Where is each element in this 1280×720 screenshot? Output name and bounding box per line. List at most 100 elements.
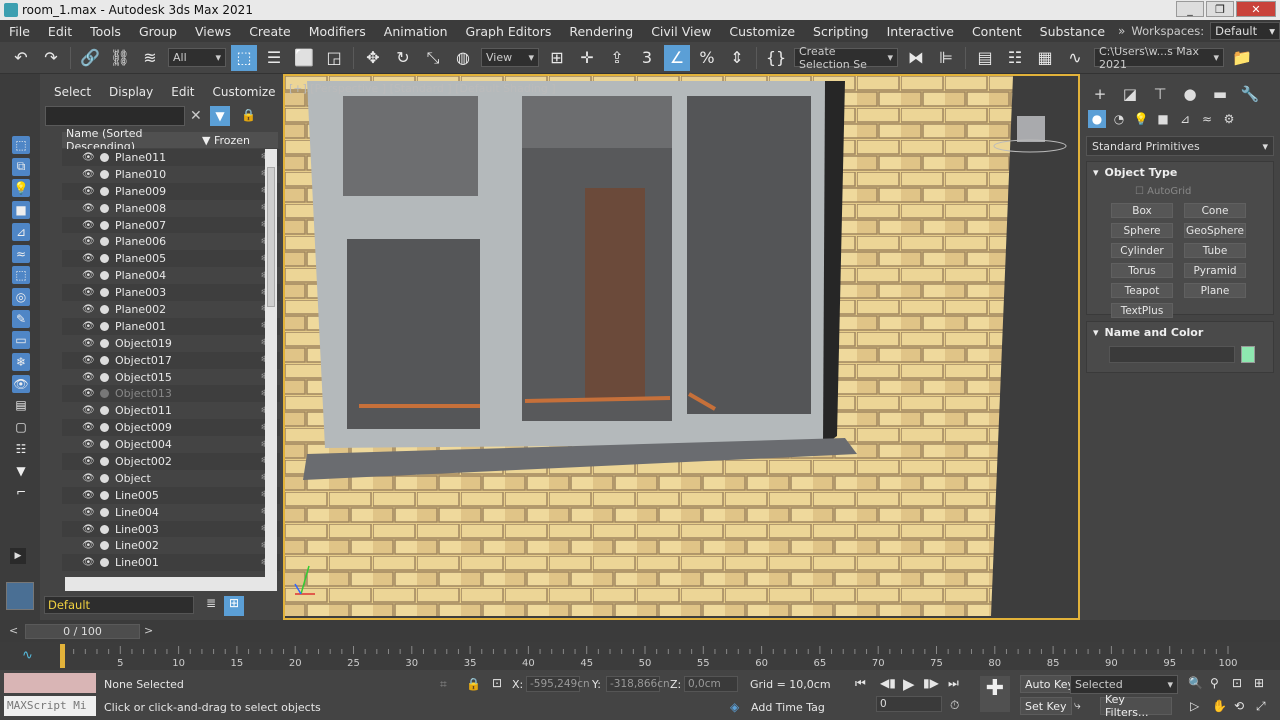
render-toggle-icon[interactable]: [100, 423, 109, 433]
layer-icon[interactable]: ▤: [12, 396, 30, 414]
toggle-panel-icon[interactable]: ⌐: [12, 483, 30, 501]
edit-named-selection-icon[interactable]: {}: [763, 45, 789, 71]
place-icon[interactable]: ◍: [450, 45, 476, 71]
render-toggle-icon[interactable]: [100, 288, 109, 298]
display-xrefs-icon[interactable]: ◎: [12, 287, 30, 306]
create-tab-icon[interactable]: +: [1090, 84, 1110, 104]
render-toggle-icon[interactable]: [100, 507, 109, 517]
pivot-center-icon[interactable]: ⊞: [544, 45, 570, 71]
geometry-icon[interactable]: ●: [1088, 110, 1106, 128]
scene-object-row[interactable]: 👁Line004❄: [62, 504, 280, 521]
perspective-viewport[interactable]: [+] [Perspective ] [Standard ] [Default …: [283, 74, 1080, 620]
menu-scripting[interactable]: Scripting: [804, 24, 878, 39]
menu-views[interactable]: Views: [186, 24, 240, 39]
display-cameras-icon[interactable]: ■: [12, 201, 30, 220]
visibility-eye-icon[interactable]: 👁: [82, 152, 98, 163]
maximize-viewport-icon[interactable]: ⤢: [1256, 699, 1266, 714]
render-toggle-icon[interactable]: [100, 169, 109, 179]
render-toggle-icon[interactable]: [100, 490, 109, 500]
redo-icon[interactable]: ↷: [38, 45, 64, 71]
go-to-start-icon[interactable]: ⏮: [855, 676, 866, 691]
curve-editor-icon[interactable]: ∿: [1062, 45, 1088, 71]
menu-substance[interactable]: Substance: [1031, 24, 1114, 39]
systems-icon[interactable]: ⚙: [1220, 110, 1238, 128]
scene-object-row[interactable]: 👁Object011❄: [62, 402, 280, 419]
display-bones-icon[interactable]: ✎: [12, 309, 30, 328]
scene-object-row[interactable]: 👁Object015❄: [62, 369, 280, 386]
render-toggle-icon[interactable]: [100, 456, 109, 466]
explorer-menu-edit[interactable]: Edit: [171, 85, 194, 99]
name-color-header[interactable]: ▾ Name and Color: [1087, 322, 1273, 342]
visibility-eye-icon[interactable]: 👁: [82, 220, 98, 231]
render-toggle-icon[interactable]: [100, 321, 109, 331]
visibility-eye-icon[interactable]: 👁: [82, 507, 98, 518]
prev-frame-icon[interactable]: <: [9, 624, 18, 637]
visibility-eye-icon[interactable]: 👁: [82, 304, 98, 315]
set-key-button[interactable]: Set Key: [1020, 697, 1072, 715]
display-containers-icon[interactable]: ▭: [12, 331, 30, 350]
set-key-icon[interactable]: ✚: [980, 676, 1010, 712]
previous-frame-icon[interactable]: ◀▮: [880, 676, 896, 690]
menu-edit[interactable]: Edit: [39, 24, 81, 39]
next-frame-icon[interactable]: >: [144, 624, 153, 637]
render-toggle-icon[interactable]: [100, 271, 109, 281]
render-toggle-icon[interactable]: [100, 524, 109, 534]
box-button[interactable]: Box: [1111, 203, 1173, 218]
scene-object-row[interactable]: 👁Plane011❄: [62, 149, 280, 166]
scene-object-row[interactable]: 👁Object017❄: [62, 351, 280, 369]
tube-button[interactable]: Tube: [1184, 243, 1246, 258]
explorer-menu-select[interactable]: Select: [54, 85, 91, 99]
link-icon[interactable]: 🔗: [77, 45, 103, 71]
render-toggle-icon[interactable]: [100, 203, 109, 213]
isolate-selection-icon[interactable]: ⌗: [440, 677, 447, 692]
go-to-end-icon[interactable]: ⏭: [948, 676, 959, 691]
reference-coordinate-dropdown[interactable]: View ▾: [481, 48, 539, 67]
angle-snap-icon[interactable]: ∠: [664, 44, 690, 71]
move-icon[interactable]: ✥: [360, 45, 386, 71]
layer-dropdown[interactable]: Default: [44, 596, 194, 614]
scene-object-row[interactable]: 👁Object019❄: [62, 335, 280, 352]
visibility-eye-icon[interactable]: 👁: [82, 372, 98, 383]
curve-editor-mini-icon[interactable]: ∿: [22, 648, 33, 663]
render-toggle-icon[interactable]: [100, 152, 109, 162]
rotate-icon[interactable]: ↻: [390, 45, 416, 71]
visibility-eye-icon[interactable]: 👁: [82, 422, 98, 433]
visibility-eye-icon[interactable]: 👁: [82, 203, 98, 214]
display-none-icon[interactable]: ⧉: [12, 157, 30, 176]
selection-lock-icon[interactable]: 🔒: [466, 677, 481, 691]
menu-create[interactable]: Create: [240, 24, 300, 39]
primitive-category-dropdown[interactable]: Standard Primitives ▾: [1086, 136, 1274, 156]
scene-object-row[interactable]: 👁Object002❄: [62, 453, 280, 470]
scene-object-row[interactable]: 👁Object❄: [62, 470, 280, 487]
explorer-search-input[interactable]: [45, 106, 185, 126]
selection-filter-dropdown[interactable]: All ▾: [168, 48, 226, 67]
menu-modifiers[interactable]: Modifiers: [300, 24, 375, 39]
cylinder-button[interactable]: Cylinder: [1111, 243, 1173, 258]
scene-object-row[interactable]: 👁Plane001❄: [62, 317, 280, 335]
autogrid-checkbox[interactable]: ☐ AutoGrid: [1087, 182, 1273, 197]
menu-rendering[interactable]: Rendering: [560, 24, 642, 39]
visibility-eye-icon[interactable]: 👁: [82, 253, 98, 264]
hierarchy-tab-icon[interactable]: ⊤: [1150, 84, 1170, 104]
current-frame-marker[interactable]: [60, 644, 65, 668]
display-spacewarps-icon[interactable]: ≈: [12, 244, 30, 263]
display-tab-icon[interactable]: ▬: [1210, 84, 1230, 104]
shapes-icon[interactable]: ◔: [1110, 110, 1128, 128]
scrollbar-thumb[interactable]: [267, 167, 275, 307]
layer-stack-icon[interactable]: ≣: [202, 596, 220, 614]
scene-explorer-toggle-icon[interactable]: ▤: [972, 45, 998, 71]
menu-group[interactable]: Group: [130, 24, 186, 39]
render-toggle-icon[interactable]: [100, 406, 109, 416]
render-toggle-icon[interactable]: [100, 355, 109, 365]
visibility-eye-icon[interactable]: 👁: [82, 355, 98, 366]
time-tag-icon[interactable]: ◈: [730, 700, 739, 714]
torus-button[interactable]: Torus: [1111, 263, 1173, 278]
cone-button[interactable]: Cone: [1184, 203, 1246, 218]
project-folder-dropdown[interactable]: C:\Users\w...s Max 2021 ▾: [1094, 45, 1224, 71]
render-toggle-icon[interactable]: [100, 473, 109, 483]
render-toggle-icon[interactable]: [100, 440, 109, 450]
menu-interactive[interactable]: Interactive: [878, 24, 963, 39]
column-frozen[interactable]: ▼ Frozen: [202, 134, 250, 147]
visibility-eye-icon[interactable]: 👁: [82, 540, 98, 551]
select-manipulate-icon[interactable]: ✛: [574, 45, 600, 71]
